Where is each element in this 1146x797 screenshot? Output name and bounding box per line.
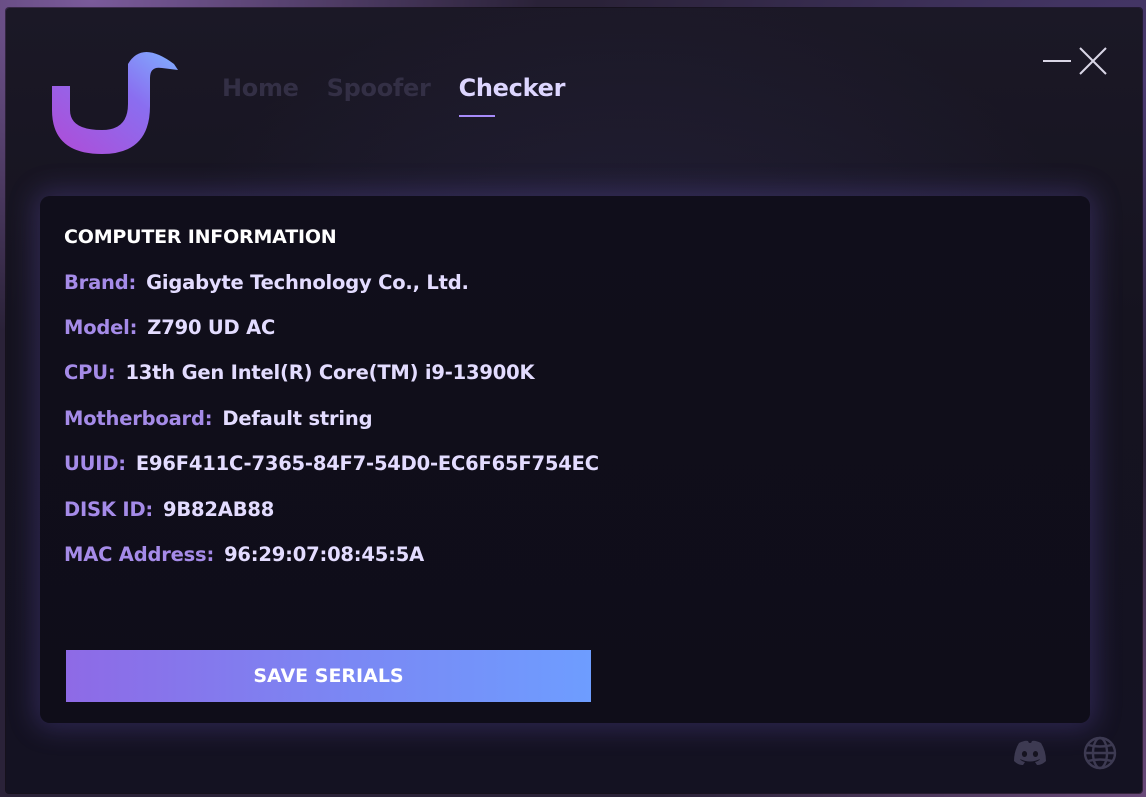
info-value: E96F411C-7365-84F7-54D0-EC6F65F754EC (135, 452, 599, 475)
info-value: Default string (222, 407, 373, 430)
minimize-icon[interactable] (1042, 46, 1072, 80)
info-label: CPU: (64, 361, 116, 384)
app-window: Home Spoofer Checker COMPUTER INFORMATIO… (6, 8, 1142, 793)
info-row-motherboard: Motherboard: Default string (64, 407, 373, 430)
info-row-disk-id: DISK ID: 9B82AB88 (64, 498, 274, 521)
info-label: UUID: (64, 452, 126, 475)
tab-checker[interactable]: Checker (458, 74, 565, 117)
tab-home[interactable]: Home (222, 74, 299, 102)
close-icon[interactable] (1078, 46, 1108, 80)
info-row-brand: Brand: Gigabyte Technology Co., Ltd. (64, 271, 469, 294)
info-row-mac-address: MAC Address: 96:29:07:08:45:5A (64, 543, 424, 566)
main-nav: Home Spoofer Checker (222, 74, 593, 117)
info-value: Z790 UD AC (147, 316, 276, 339)
info-row-cpu: CPU: 13th Gen Intel(R) Core(TM) i9-13900K (64, 361, 535, 384)
window-controls (1042, 46, 1108, 80)
info-row-uuid: UUID: E96F411C-7365-84F7-54D0-EC6F65F754E… (64, 452, 599, 475)
info-value: 96:29:07:08:45:5A (224, 543, 424, 566)
info-label: DISK ID: (64, 498, 154, 521)
footer-icons (1012, 735, 1118, 775)
info-value: 9B82AB88 (163, 498, 275, 521)
tab-spoofer[interactable]: Spoofer (327, 74, 431, 102)
computer-info-card: COMPUTER INFORMATION Brand: Gigabyte Tech… (40, 196, 1090, 723)
save-serials-button[interactable]: SAVE SERIALS (66, 650, 591, 702)
info-label: MAC Address: (64, 543, 215, 566)
info-value: Gigabyte Technology Co., Ltd. (146, 271, 469, 294)
info-label: Model: (64, 316, 138, 339)
section-title: COMPUTER INFORMATION (64, 226, 337, 248)
info-label: Brand: (64, 271, 137, 294)
info-label: Motherboard: (64, 407, 213, 430)
info-row-model: Model: Z790 UD AC (64, 316, 275, 339)
globe-icon[interactable] (1082, 735, 1118, 775)
info-value: 13th Gen Intel(R) Core(TM) i9-13900K (125, 361, 535, 384)
discord-icon[interactable] (1012, 739, 1048, 771)
app-logo (52, 52, 178, 154)
